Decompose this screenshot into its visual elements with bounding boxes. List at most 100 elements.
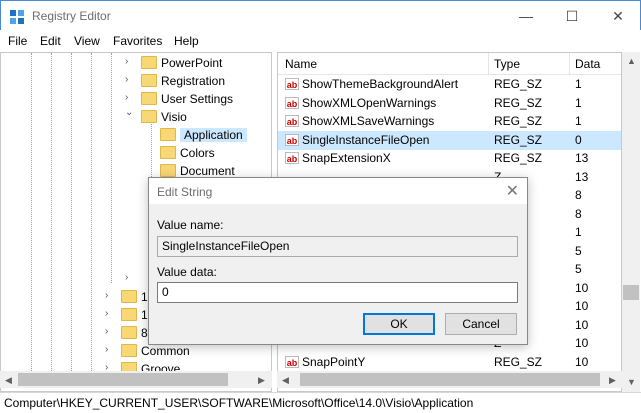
scroll-down-arrow-icon[interactable]: ▼ bbox=[627, 377, 636, 387]
value-name: SnapExtensionX bbox=[302, 151, 391, 165]
tree-item-label: 1 bbox=[141, 289, 148, 304]
edit-string-dialog: Edit String ✕ Value name: SingleInstance… bbox=[148, 177, 528, 345]
chevron-down-icon[interactable]: ⌄ bbox=[125, 104, 133, 122]
status-bar-path: Computer\HKEY_CURRENT_USER\SOFTWARE\Micr… bbox=[0, 392, 641, 413]
ok-button[interactable]: OK bbox=[363, 313, 435, 335]
registry-value-row[interactable]: ab ShowXMLSaveWarnings REG_SZ 1 bbox=[278, 112, 621, 131]
tree-guide-line bbox=[91, 53, 92, 373]
maximize-button[interactable]: ☐ bbox=[549, 1, 595, 31]
folder-icon bbox=[141, 74, 157, 88]
string-value-icon: ab bbox=[285, 78, 299, 90]
tree-item-label: 1 bbox=[141, 307, 148, 322]
tree-guide-line bbox=[31, 53, 32, 373]
cancel-button[interactable]: Cancel bbox=[445, 313, 517, 335]
string-value-icon: ab bbox=[285, 355, 299, 368]
dialog-title: Edit String bbox=[157, 185, 213, 199]
folder-icon bbox=[121, 344, 137, 358]
folder-icon bbox=[141, 92, 157, 106]
menu-file[interactable]: File bbox=[8, 34, 27, 48]
folder-icon bbox=[160, 128, 176, 142]
value-type: REG_SZ bbox=[494, 132, 543, 147]
tree-item-1[interactable]: › 1 bbox=[105, 287, 148, 305]
value-type: REG_SZ bbox=[494, 95, 543, 110]
menu-help[interactable]: Help bbox=[174, 34, 199, 48]
registry-value-row[interactable]: ab ShowThemeBackgroundAlert REG_SZ 1 bbox=[278, 75, 621, 94]
value-name: SingleInstanceFileOpen bbox=[302, 132, 430, 147]
scroll-left-arrow-icon[interactable]: ◀ bbox=[282, 375, 289, 386]
chevron-right-icon[interactable]: › bbox=[125, 53, 128, 71]
value-name-field: SingleInstanceFileOpen bbox=[157, 236, 518, 257]
registry-value-row[interactable]: ab ShowXMLOpenWarnings REG_SZ 1 bbox=[278, 94, 621, 113]
tree-item-1b[interactable]: › 1 bbox=[105, 305, 148, 323]
tree-item-label: Common bbox=[141, 343, 190, 358]
column-header-type[interactable]: Type bbox=[494, 57, 520, 71]
tree-item-label: 8 bbox=[141, 325, 148, 340]
chevron-right-icon[interactable]: › bbox=[125, 269, 128, 287]
folder-icon bbox=[141, 56, 157, 70]
tree-item-label: PowerPoint bbox=[161, 55, 223, 70]
value-type: REG_SZ bbox=[494, 151, 543, 165]
tree-item-8[interactable]: › 8 bbox=[105, 323, 148, 341]
folder-icon bbox=[121, 290, 137, 304]
value-data: 1 bbox=[575, 77, 582, 91]
menu-view[interactable]: View bbox=[74, 34, 100, 48]
list-horizontal-scroll-thumb[interactable] bbox=[300, 373, 600, 386]
value-data-input[interactable]: 0 bbox=[157, 282, 518, 303]
value-name: ShowXMLSaveWarnings bbox=[302, 114, 435, 128]
menu-favorites[interactable]: Favorites bbox=[113, 34, 162, 48]
registry-value-row[interactable]: ab SingleInstanceFileOpen REG_SZ 0 bbox=[278, 130, 621, 150]
tree-item-powerpoint[interactable]: › PowerPoint bbox=[125, 53, 222, 71]
tree-item-label: Colors bbox=[180, 145, 215, 160]
value-data: 5 bbox=[575, 243, 582, 258]
tree-item-label: Application bbox=[180, 127, 247, 142]
vertical-scroll-thumb[interactable] bbox=[623, 285, 639, 300]
dialog-body: Value name: SingleInstanceFileOpen Value… bbox=[149, 204, 527, 344]
chevron-right-icon[interactable]: › bbox=[105, 305, 108, 323]
value-name: ShowXMLOpenWarnings bbox=[302, 95, 437, 110]
tree-item-label: Document bbox=[180, 163, 235, 178]
tree-guide-line bbox=[71, 53, 72, 373]
chevron-right-icon[interactable]: › bbox=[105, 323, 108, 341]
tree-item-application[interactable]: Application bbox=[160, 125, 247, 143]
menu-edit[interactable]: Edit bbox=[40, 34, 61, 48]
tree-item-registration[interactable]: › Registration bbox=[125, 71, 225, 89]
menu-bar: File Edit View Favorites Help bbox=[0, 30, 641, 52]
close-button[interactable]: ✕ bbox=[595, 1, 641, 31]
column-divider[interactable] bbox=[488, 53, 489, 75]
vertical-scrollbar[interactable] bbox=[622, 52, 640, 392]
chevron-right-icon[interactable]: › bbox=[105, 341, 108, 359]
tree-item-colors[interactable]: Colors bbox=[160, 143, 215, 161]
column-divider[interactable] bbox=[569, 53, 570, 75]
value-data: 1 bbox=[575, 114, 582, 128]
value-data: 1 bbox=[575, 95, 582, 110]
column-header-data[interactable]: Data bbox=[575, 57, 600, 71]
minimize-button[interactable]: — bbox=[503, 1, 549, 31]
tree-horizontal-scroll-thumb[interactable] bbox=[18, 373, 228, 386]
dialog-close-icon[interactable]: ✕ bbox=[506, 181, 519, 201]
value-data: 10 bbox=[575, 299, 589, 313]
scroll-right-arrow-icon[interactable]: ▶ bbox=[258, 375, 265, 386]
registry-value-row[interactable]: ab SnapExtensionX REG_SZ 13 bbox=[278, 149, 621, 168]
tree-item-label: Visio bbox=[161, 109, 187, 124]
string-value-icon: ab bbox=[285, 133, 299, 146]
scroll-up-arrow-icon[interactable]: ▲ bbox=[627, 56, 636, 66]
chevron-right-icon[interactable]: › bbox=[125, 71, 128, 89]
tree-item-user-settings[interactable]: › User Settings bbox=[125, 89, 233, 107]
tree-item-visio[interactable]: ⌄ Visio bbox=[125, 107, 187, 125]
string-value-icon: ab bbox=[285, 115, 299, 127]
folder-icon bbox=[160, 146, 176, 160]
value-data: 10 bbox=[575, 336, 589, 350]
value-data-label: Value data: bbox=[157, 265, 217, 279]
scroll-left-arrow-icon[interactable]: ◀ bbox=[5, 375, 12, 386]
value-type: REG_SZ bbox=[494, 354, 543, 369]
registry-value-row[interactable]: ab SnapPointY REG_SZ 10 bbox=[278, 353, 621, 372]
folder-open-icon bbox=[141, 110, 157, 124]
chevron-right-icon[interactable]: › bbox=[105, 287, 108, 305]
title-bar: Registry Editor — ☐ ✕ bbox=[0, 0, 641, 30]
scroll-right-arrow-icon[interactable]: ▶ bbox=[609, 375, 616, 386]
column-header-name[interactable]: Name bbox=[285, 57, 317, 71]
folder-icon bbox=[160, 164, 176, 178]
tree-guide-line bbox=[111, 53, 112, 283]
registry-editor-icon bbox=[10, 10, 24, 24]
value-data: 5 bbox=[575, 262, 582, 276]
